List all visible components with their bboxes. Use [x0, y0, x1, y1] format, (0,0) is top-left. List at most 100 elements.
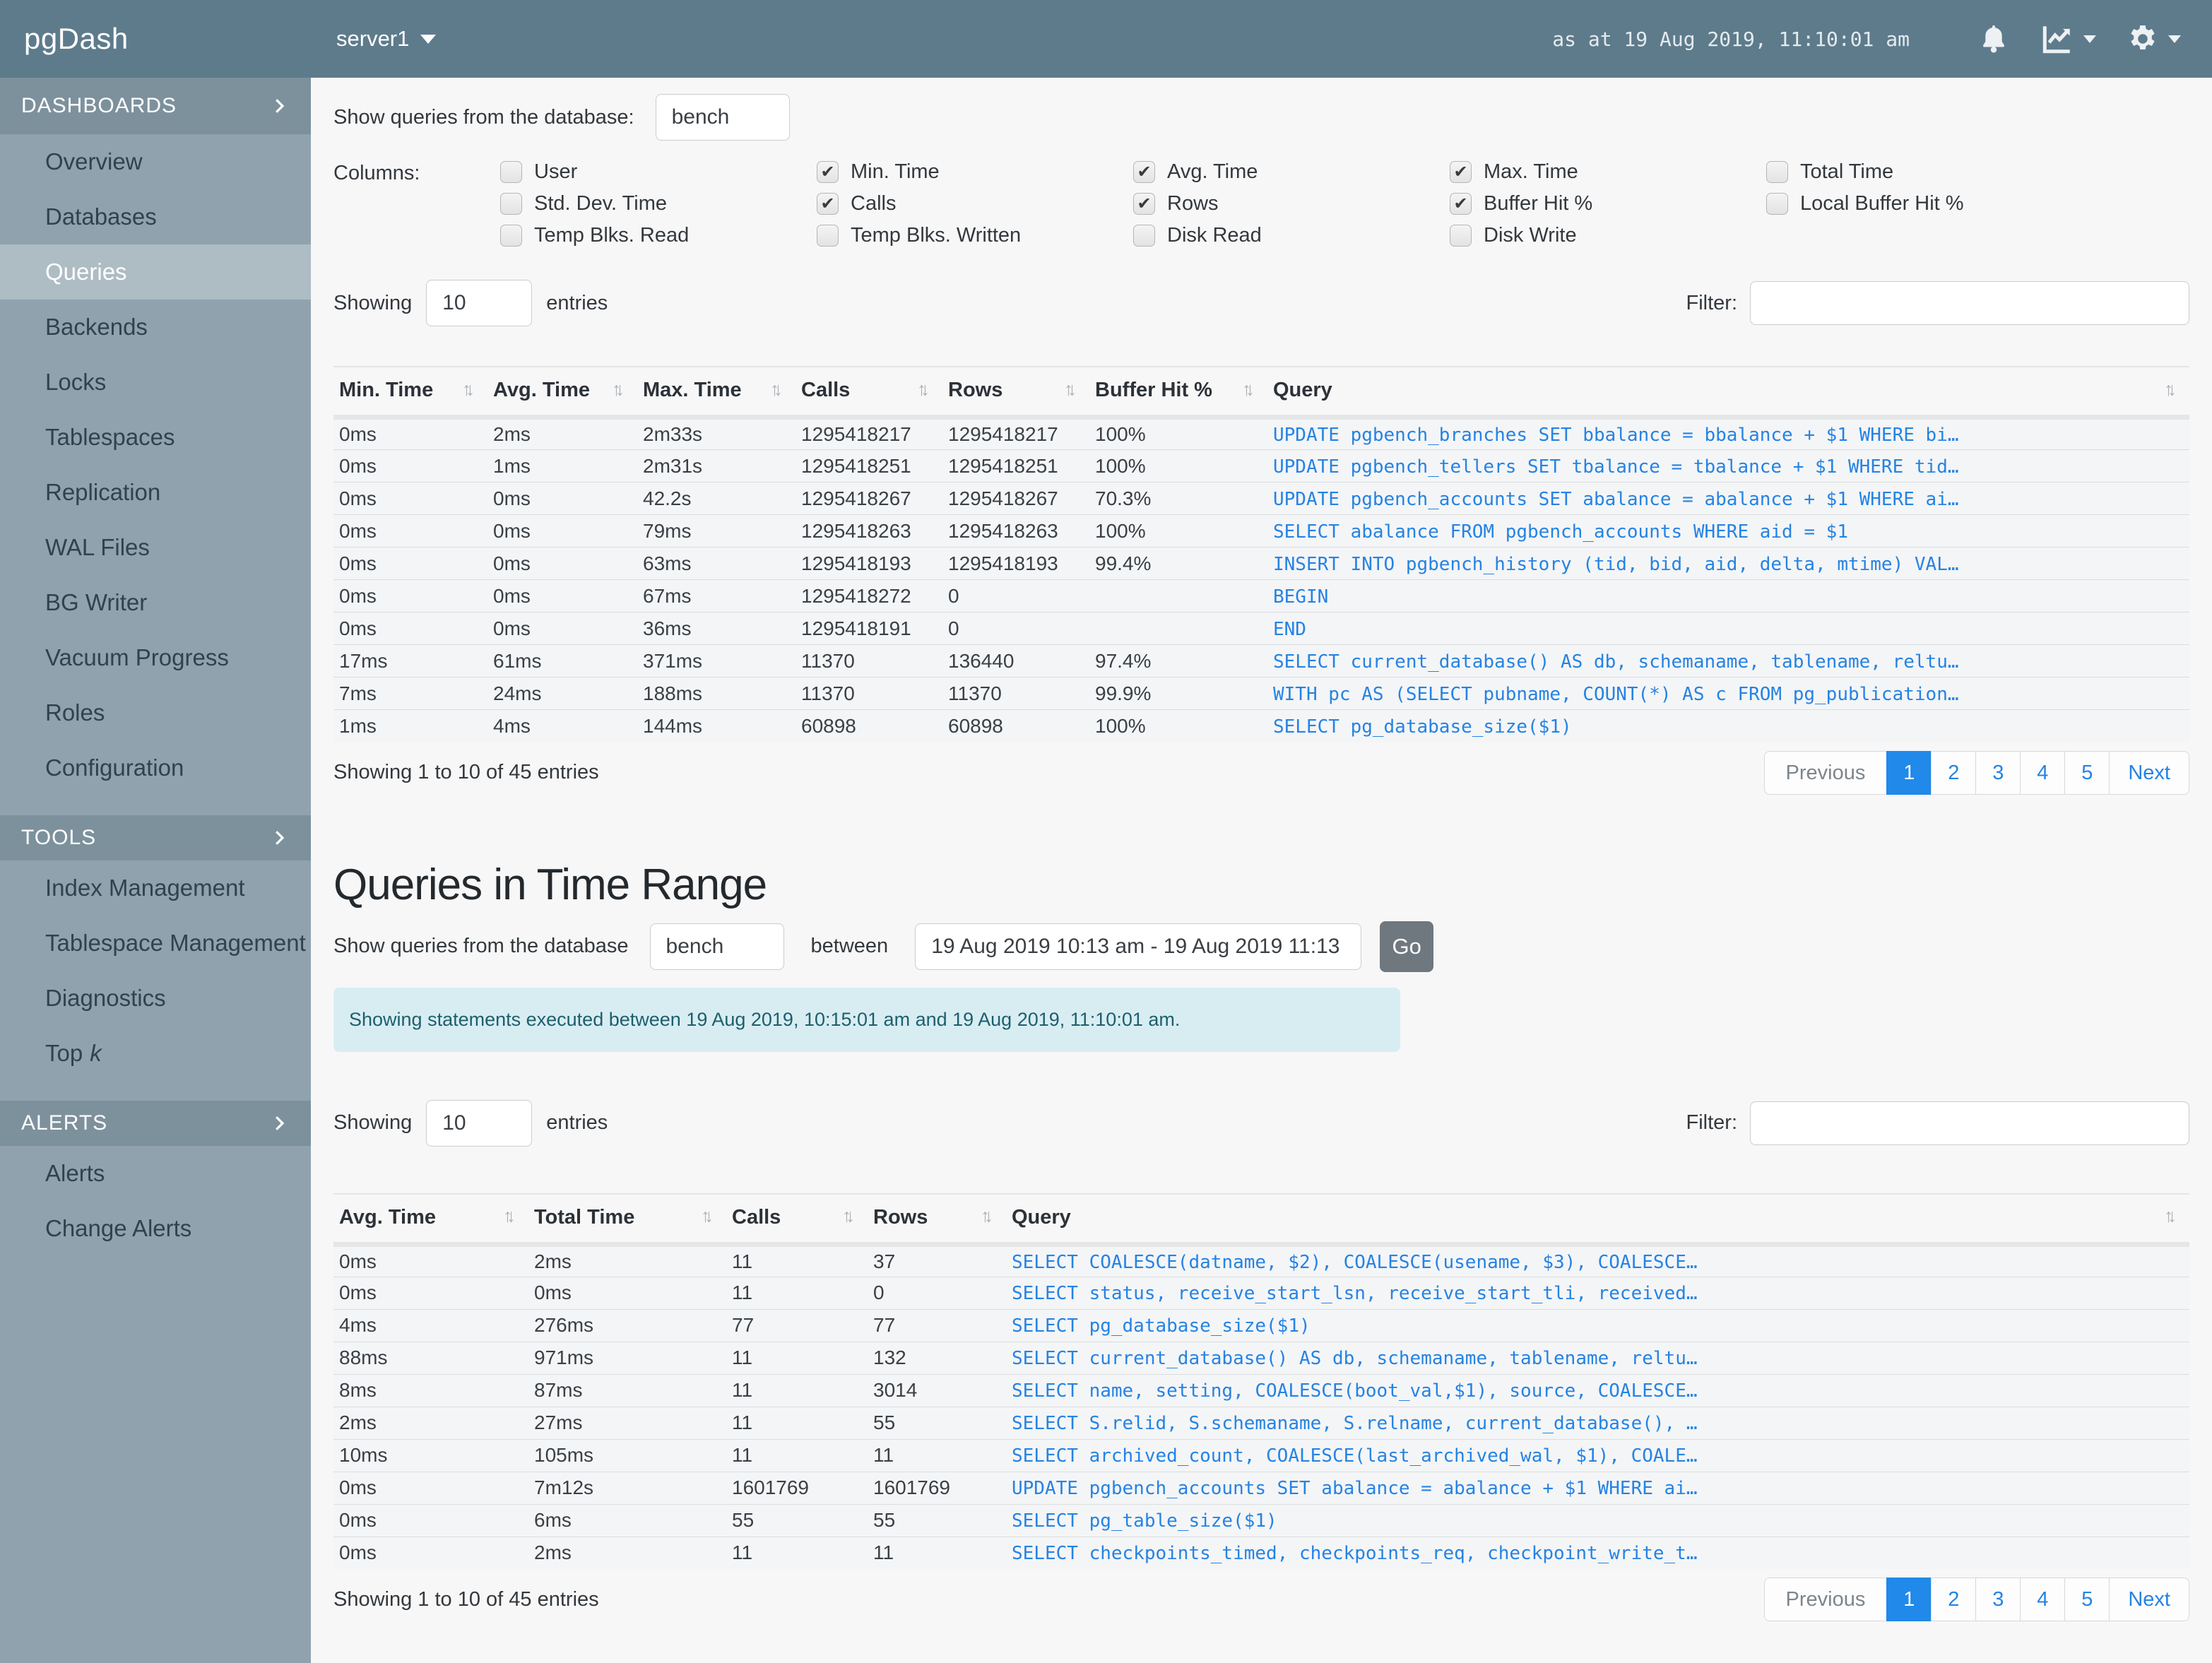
page-button-previous[interactable]: Previous	[1763, 1578, 1888, 1621]
filter-input[interactable]	[1750, 281, 2189, 325]
sidebar-item-vacuum-progress[interactable]: Vacuum Progress	[0, 630, 311, 685]
query-link[interactable]: SELECT pg_database_size($1)	[1012, 1315, 1311, 1337]
sidebar-item-bg-writer[interactable]: BG Writer	[0, 575, 311, 630]
page-button-3[interactable]: 3	[1975, 1578, 2021, 1621]
column-checkbox-rows[interactable]: ✔ Rows	[1133, 188, 1450, 220]
query-link[interactable]: SELECT current_database() AS db, scheman…	[1273, 651, 1959, 673]
column-checkbox-total-time[interactable]: Total Time	[1766, 156, 2083, 188]
query-link[interactable]: SELECT status, receive_start_lsn, receiv…	[1012, 1283, 1698, 1304]
sidebar-item-topk[interactable]: Top k	[0, 1026, 311, 1081]
sidebar-item-roles[interactable]: Roles	[0, 685, 311, 740]
page-button-5[interactable]: 5	[2064, 1578, 2110, 1621]
page-button-1[interactable]: 1	[1886, 750, 1932, 795]
filter-input[interactable]	[1750, 1101, 2189, 1145]
sidebar-item-databases[interactable]: Databases	[0, 189, 311, 244]
column-checkbox-user[interactable]: User	[500, 156, 817, 188]
column-checkbox-temp-blks-written[interactable]: Temp Blks. Written	[817, 220, 1133, 251]
database-input[interactable]	[649, 923, 784, 970]
query-link[interactable]: UPDATE pgbench_branches SET bbalance = b…	[1273, 425, 1959, 446]
sidebar-item-replication[interactable]: Replication	[0, 465, 311, 520]
query-link[interactable]: SELECT S.relid, S.schemaname, S.relname,…	[1012, 1413, 1698, 1434]
entries-count-input[interactable]	[426, 280, 533, 326]
sidebar-item-configuration[interactable]: Configuration	[0, 740, 311, 795]
column-checkbox-local-buffer-hit[interactable]: Local Buffer Hit %	[1766, 188, 2083, 220]
charts-menu[interactable]	[2040, 21, 2096, 57]
column-header-avg-time[interactable]: Avg. Time ↑↓	[487, 367, 637, 420]
server-selector[interactable]: server1	[336, 26, 437, 52]
sidebar-section-alerts[interactable]: ALERTS	[0, 1101, 311, 1146]
column-header-query[interactable]: Query ↑↓	[1006, 1193, 2189, 1247]
column-checkbox-buffer-hit[interactable]: ✔ Buffer Hit %	[1450, 188, 1766, 220]
sidebar-item-change-alerts[interactable]: Change Alerts	[0, 1201, 311, 1256]
query-link[interactable]: SELECT checkpoints_timed, checkpoints_re…	[1012, 1543, 1698, 1564]
page-button-1[interactable]: 1	[1886, 1578, 1932, 1621]
query-link[interactable]: WITH pc AS (SELECT pubname, COUNT(*) AS …	[1273, 684, 1959, 705]
sidebar-item-backends[interactable]: Backends	[0, 300, 311, 355]
page-button-2[interactable]: 2	[1931, 750, 1977, 795]
query-link[interactable]: SELECT name, setting, COALESCE(boot_val,…	[1012, 1380, 1698, 1402]
page-button-4[interactable]: 4	[2020, 1578, 2066, 1621]
query-link[interactable]: SELECT COALESCE(datname, $2), COALESCE(u…	[1012, 1252, 1698, 1273]
sidebar-item-queries[interactable]: Queries	[0, 244, 311, 300]
table-row: 2ms 27ms 11 55 SELECT S.relid, S.schemaname,…	[333, 1406, 2189, 1439]
query-link[interactable]: SELECT abalance FROM pgbench_accounts WH…	[1273, 521, 1848, 543]
query-link[interactable]: INSERT INTO pgbench_history (tid, bid, a…	[1273, 554, 1959, 575]
time-range-input[interactable]	[915, 923, 1362, 970]
sidebar-item-locks[interactable]: Locks	[0, 355, 311, 410]
page-button-5[interactable]: 5	[2064, 750, 2110, 795]
settings-menu[interactable]	[2126, 22, 2181, 56]
notifications-bell-icon[interactable]	[1977, 23, 2010, 55]
page-button-3[interactable]: 3	[1975, 750, 2021, 795]
query-link[interactable]: SELECT current_database() AS db, scheman…	[1012, 1348, 1698, 1369]
query-link[interactable]: UPDATE pgbench_accounts SET abalance = a…	[1012, 1478, 1698, 1499]
sidebar-section-tools[interactable]: TOOLS	[0, 815, 311, 860]
query-link[interactable]: UPDATE pgbench_tellers SET tbalance = tb…	[1273, 456, 1959, 478]
page-button-2[interactable]: 2	[1931, 1578, 1977, 1621]
query-link[interactable]: SELECT archived_count, COALESCE(last_arc…	[1012, 1445, 1698, 1467]
entries-label: entries	[546, 291, 608, 314]
entries-count-input[interactable]	[426, 1099, 533, 1147]
page-button-4[interactable]: 4	[2020, 750, 2066, 795]
page-button-next[interactable]: Next	[2109, 1578, 2189, 1621]
sidebar-item-alerts[interactable]: Alerts	[0, 1146, 311, 1201]
sidebar-item-diagnostics[interactable]: Diagnostics	[0, 971, 311, 1026]
column-header-buffer-hit[interactable]: Buffer Hit % ↑↓	[1089, 367, 1267, 420]
column-header-query[interactable]: Query ↑↓	[1267, 367, 2189, 420]
sidebar-item-index-management[interactable]: Index Management	[0, 860, 311, 916]
column-header-calls[interactable]: Calls ↑↓	[796, 367, 942, 420]
column-header-rows[interactable]: Rows ↑↓	[942, 367, 1089, 420]
column-checkbox-min-time[interactable]: ✔ Min. Time	[817, 156, 1133, 188]
column-checkbox-avg-time[interactable]: ✔ Avg. Time	[1133, 156, 1450, 188]
query-link[interactable]: SELECT pg_database_size($1)	[1273, 716, 1572, 738]
query-link[interactable]: END	[1273, 619, 1306, 640]
query-link[interactable]: SELECT pg_table_size($1)	[1012, 1510, 1277, 1532]
sidebar-item-tablespaces[interactable]: Tablespaces	[0, 410, 311, 465]
page-button-previous[interactable]: Previous	[1763, 750, 1888, 795]
column-header-min-time[interactable]: Min. Time ↑↓	[333, 367, 487, 420]
table-row: 0ms 6ms 55 55 SELECT pg_table_size($1)	[333, 1503, 2189, 1537]
sidebar-item-tablespace-management[interactable]: Tablespace Management	[0, 916, 311, 971]
sidebar-section-dashboards[interactable]: DASHBOARDS	[0, 78, 311, 134]
value-cell: 105ms	[528, 1438, 726, 1472]
column-checkbox-calls[interactable]: ✔ Calls	[817, 188, 1133, 220]
column-header-max-time[interactable]: Max. Time ↑↓	[637, 367, 796, 420]
query-link[interactable]: UPDATE pgbench_accounts SET abalance = a…	[1273, 489, 1959, 510]
column-checkbox-temp-blks-read[interactable]: Temp Blks. Read	[500, 220, 817, 251]
query-link[interactable]: BEGIN	[1273, 586, 1328, 608]
column-header-calls[interactable]: Calls ↑↓	[726, 1193, 868, 1247]
column-header-total-time[interactable]: Total Time ↑↓	[528, 1193, 726, 1247]
checkbox-checked-icon: ✔	[1133, 193, 1155, 215]
column-checkbox-disk-write[interactable]: Disk Write	[1450, 220, 1766, 251]
database-input[interactable]	[655, 94, 790, 141]
column-header-avg-time[interactable]: Avg. Time ↑↓	[333, 1193, 528, 1247]
database-label: Show queries from the database	[333, 935, 629, 957]
column-checkbox-max-time[interactable]: ✔ Max. Time	[1450, 156, 1766, 188]
caret-down-icon	[420, 34, 437, 44]
column-checkbox-std-dev-time[interactable]: Std. Dev. Time	[500, 188, 817, 220]
column-checkbox-disk-read[interactable]: Disk Read	[1133, 220, 1450, 251]
sidebar-item-wal-files[interactable]: WAL Files	[0, 520, 311, 575]
column-header-rows[interactable]: Rows ↑↓	[868, 1193, 1006, 1247]
sidebar-item-overview[interactable]: Overview	[0, 134, 311, 189]
go-button[interactable]: Go	[1380, 921, 1434, 972]
page-button-next[interactable]: Next	[2109, 750, 2189, 795]
